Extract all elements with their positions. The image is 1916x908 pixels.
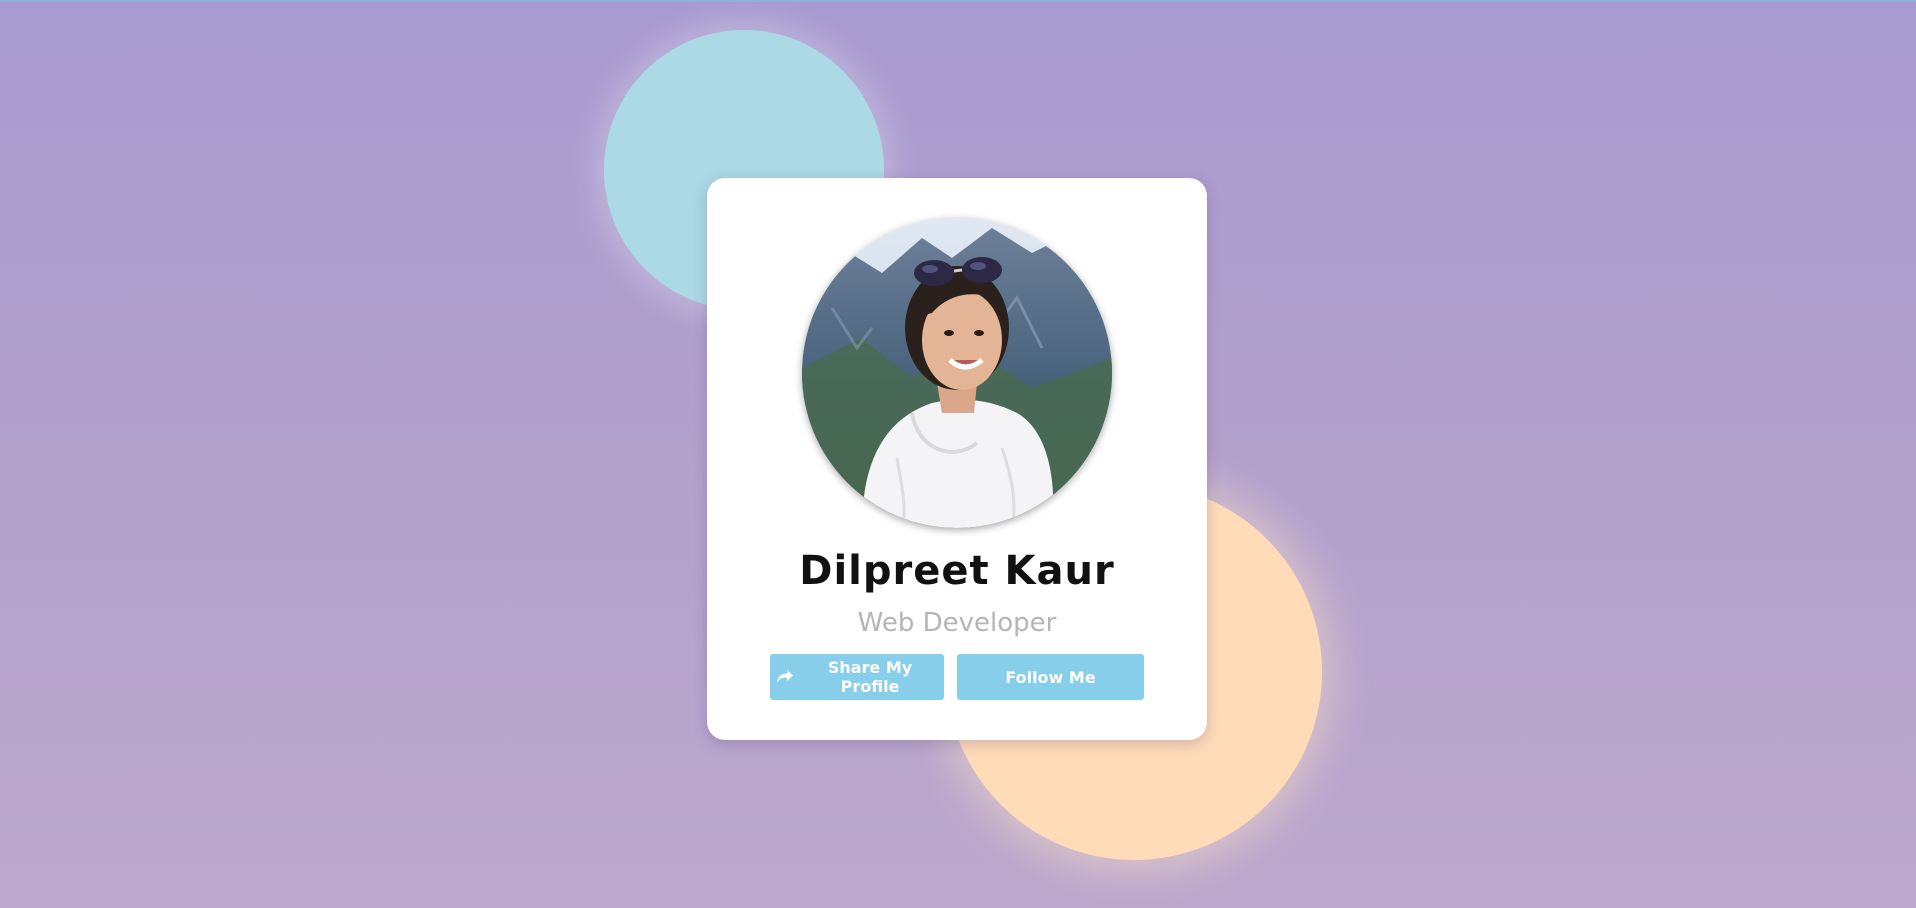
profile-card: Dilpreet Kaur Web Developer Share My Pro… xyxy=(707,178,1207,740)
profile-name: Dilpreet Kaur xyxy=(799,548,1115,594)
profile-role: Web Developer xyxy=(857,608,1057,638)
profile-avatar xyxy=(802,218,1112,528)
follow-button[interactable]: Follow Me xyxy=(957,654,1144,700)
share-profile-button[interactable]: Share My Profile xyxy=(770,654,944,700)
share-icon xyxy=(776,669,794,685)
share-profile-label: Share My Profile xyxy=(827,658,913,696)
follow-label: Follow Me xyxy=(1005,667,1096,687)
